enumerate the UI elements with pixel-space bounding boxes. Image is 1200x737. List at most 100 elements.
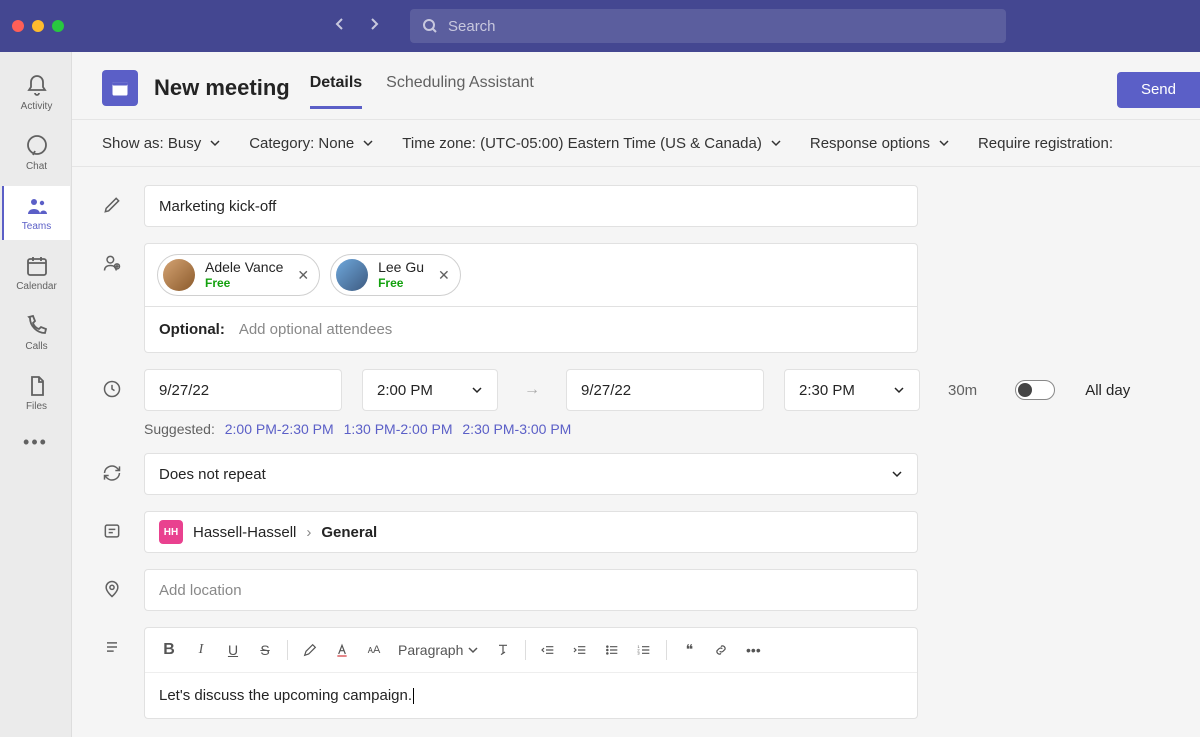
rail-chat[interactable]: Chat <box>2 126 70 180</box>
options-bar: Show as: Busy Category: None Time zone: … <box>72 119 1200 167</box>
teams-icon <box>25 194 49 218</box>
chevron-down-icon <box>891 468 903 480</box>
title-input[interactable]: Marketing kick-off <box>144 185 918 227</box>
description-icon <box>102 627 124 662</box>
page-title: New meeting <box>154 75 290 101</box>
increase-indent-button[interactable] <box>566 636 594 664</box>
close-window-button[interactable] <box>12 20 24 32</box>
chevron-down-icon <box>362 137 374 149</box>
rail-label: Calendar <box>16 281 57 292</box>
link-button[interactable] <box>707 636 735 664</box>
timezone-dropdown[interactable]: Time zone: (UTC-05:00) Eastern Time (US … <box>402 135 782 152</box>
category-dropdown[interactable]: Category: None <box>249 135 374 152</box>
search-icon <box>422 18 438 34</box>
page-header: New meeting Details Scheduling Assistant… <box>72 52 1200 109</box>
meeting-calendar-icon <box>102 70 138 106</box>
chevron-down-icon <box>209 137 221 149</box>
repeat-icon <box>102 453 124 488</box>
highlight-button[interactable] <box>296 636 324 664</box>
nav-arrows <box>332 16 382 37</box>
suggested-time-link[interactable]: 2:00 PM-2:30 PM <box>225 421 334 437</box>
attendee-status: Free <box>378 276 424 290</box>
all-day-label: All day <box>1085 382 1130 399</box>
rail-label: Files <box>26 401 47 412</box>
rail-files[interactable]: Files <box>2 366 70 420</box>
rail-label: Chat <box>26 161 47 172</box>
end-date-input[interactable]: 9/27/22 <box>566 369 764 411</box>
attendee-name: Lee Gu <box>378 259 424 276</box>
start-date-input[interactable]: 9/27/22 <box>144 369 342 411</box>
rail-more-button[interactable]: ••• <box>23 432 48 453</box>
attendees-field[interactable]: Adele Vance Free ✕ Lee Gu Free ✕ <box>144 243 918 353</box>
rail-activity[interactable]: Activity <box>2 66 70 120</box>
editor-toolbar: B I U S ᴀA Paragraph 123 <box>145 628 917 673</box>
meeting-form: Marketing kick-off Adele Vance Free ✕ <box>72 167 1200 719</box>
nav-forward-button[interactable] <box>366 16 382 37</box>
bold-button[interactable]: B <box>155 636 183 664</box>
start-time-dropdown[interactable]: 2:00 PM <box>362 369 498 411</box>
add-attendee-icon <box>102 243 124 278</box>
strikethrough-button[interactable]: S <box>251 636 279 664</box>
remove-attendee-button[interactable]: ✕ <box>438 267 450 284</box>
minimize-window-button[interactable] <box>32 20 44 32</box>
chevron-down-icon <box>938 137 950 149</box>
chevron-down-icon <box>770 137 782 149</box>
app-rail: Activity Chat Teams Calendar Calls Files… <box>0 52 72 737</box>
location-icon <box>102 569 124 604</box>
channel-icon <box>102 511 124 546</box>
file-icon <box>25 374 49 398</box>
suggested-time-link[interactable]: 1:30 PM-2:00 PM <box>344 421 453 437</box>
window-controls <box>12 20 64 32</box>
clear-formatting-button[interactable] <box>489 636 517 664</box>
remove-attendee-button[interactable]: ✕ <box>297 267 309 284</box>
underline-button[interactable]: U <box>219 636 247 664</box>
chevron-down-icon <box>893 384 905 396</box>
phone-icon <box>25 314 49 338</box>
repeat-dropdown[interactable]: Does not repeat <box>144 453 918 495</box>
pencil-icon <box>102 185 124 220</box>
bell-icon <box>25 74 49 98</box>
rail-calls[interactable]: Calls <box>2 306 70 360</box>
attendee-chip: Adele Vance Free ✕ <box>157 254 320 296</box>
send-button[interactable]: Send <box>1117 72 1200 108</box>
show-as-dropdown[interactable]: Show as: Busy <box>102 135 221 152</box>
channel-picker[interactable]: HH Hassell-Hassell › General <box>144 511 918 553</box>
rail-label: Teams <box>22 221 51 232</box>
optional-label: Optional: <box>159 321 225 338</box>
duration-label: 30m <box>948 382 977 399</box>
italic-button[interactable]: I <box>187 636 215 664</box>
nav-back-button[interactable] <box>332 16 348 37</box>
font-size-button[interactable]: ᴀA <box>360 636 388 664</box>
channel-name: General <box>321 524 377 541</box>
svg-text:3: 3 <box>638 651 641 656</box>
clock-icon <box>102 369 124 404</box>
location-input[interactable]: Add location <box>144 569 918 611</box>
font-color-button[interactable] <box>328 636 356 664</box>
suggested-times: Suggested: 2:00 PM-2:30 PM 1:30 PM-2:00 … <box>144 421 1170 437</box>
suggested-time-link[interactable]: 2:30 PM-3:00 PM <box>462 421 571 437</box>
description-editor: B I U S ᴀA Paragraph 123 <box>144 627 918 719</box>
more-options-button[interactable]: ••• <box>739 636 767 664</box>
rail-calendar[interactable]: Calendar <box>2 246 70 300</box>
quote-button[interactable]: ❝ <box>675 636 703 664</box>
bullet-list-button[interactable] <box>598 636 626 664</box>
maximize-window-button[interactable] <box>52 20 64 32</box>
optional-attendees-input[interactable]: Add optional attendees <box>239 321 392 338</box>
search-placeholder: Search <box>448 18 496 35</box>
response-options-dropdown[interactable]: Response options <box>810 135 950 152</box>
paragraph-style-dropdown[interactable]: Paragraph <box>392 642 485 658</box>
tab-scheduling-assistant[interactable]: Scheduling Assistant <box>386 66 534 109</box>
main-panel: New meeting Details Scheduling Assistant… <box>72 52 1200 737</box>
team-name: Hassell-Hassell <box>193 524 296 541</box>
numbered-list-button[interactable]: 123 <box>630 636 658 664</box>
titlebar: Search <box>0 0 1200 52</box>
tab-details[interactable]: Details <box>310 66 362 109</box>
rail-teams[interactable]: Teams <box>2 186 70 240</box>
search-input[interactable]: Search <box>410 9 1006 43</box>
toolbar-divider <box>666 640 667 660</box>
description-textarea[interactable]: Let's discuss the upcoming campaign. <box>145 673 917 718</box>
decrease-indent-button[interactable] <box>534 636 562 664</box>
require-registration-dropdown[interactable]: Require registration: <box>978 135 1113 152</box>
end-time-dropdown[interactable]: 2:30 PM <box>784 369 920 411</box>
all-day-toggle[interactable] <box>1015 380 1055 400</box>
